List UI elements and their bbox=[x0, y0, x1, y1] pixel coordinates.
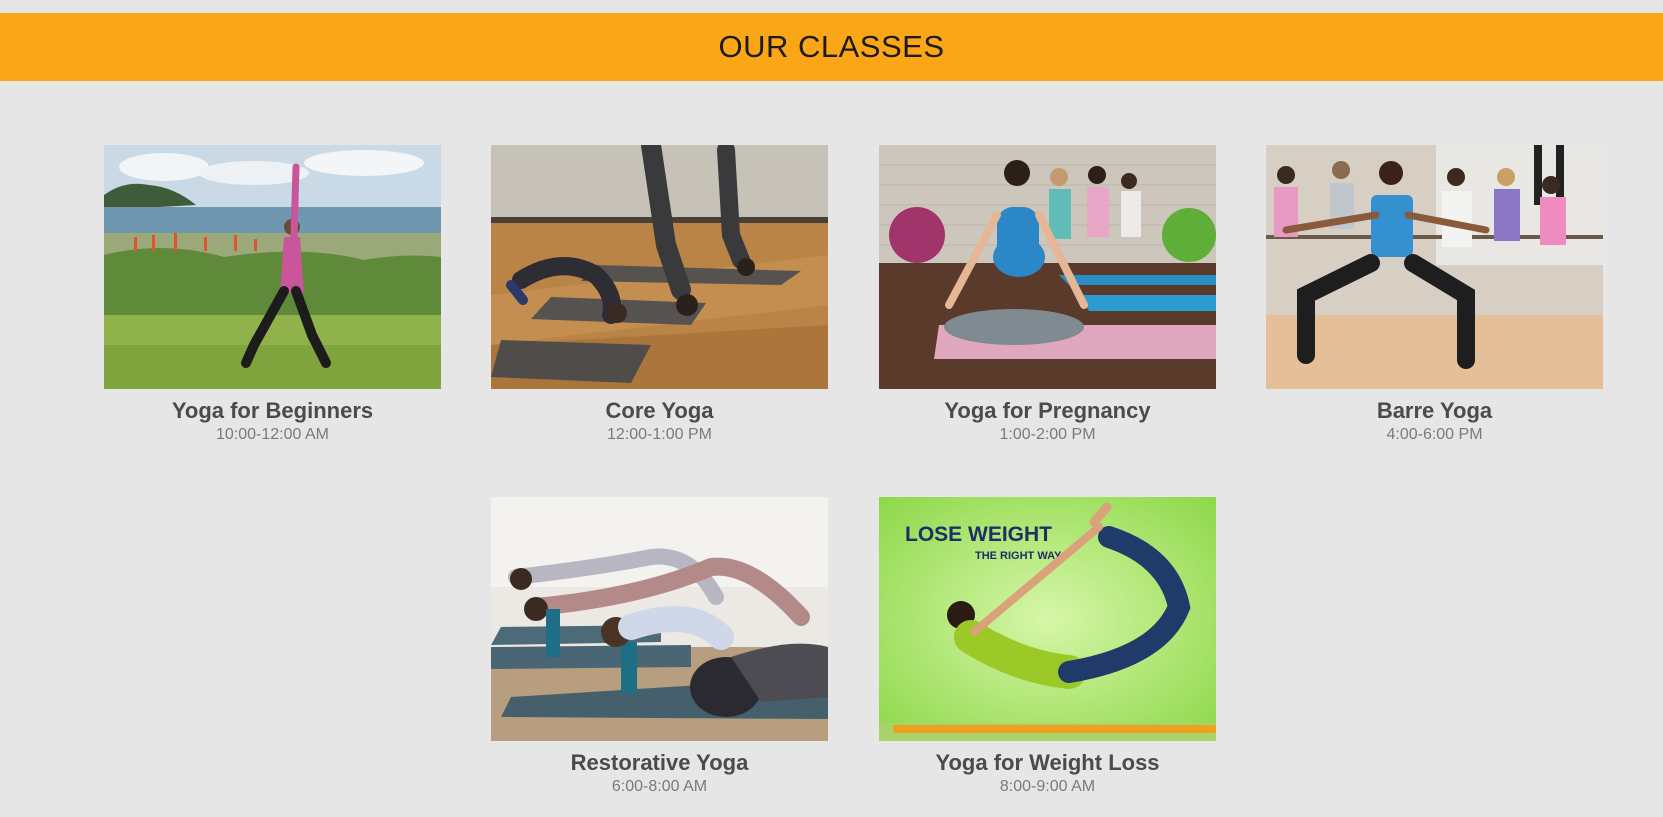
classes-page: OUR CLASSES Yoga for Beginners 10:00-12:… bbox=[0, 0, 1663, 817]
class-card-yoga-for-weight-loss[interactable]: LOSE WEIGHT THE RIGHT WAY Yoga for Weigh… bbox=[879, 497, 1216, 797]
class-card-restorative-yoga[interactable]: Restorative Yoga 6:00-8:00 AM bbox=[491, 497, 828, 797]
photo-tagline: THE RIGHT WAY bbox=[975, 550, 1062, 562]
class-photo-core-studio[interactable] bbox=[491, 145, 828, 389]
class-time: 4:00-6:00 PM bbox=[1386, 426, 1483, 443]
class-card-barre-yoga[interactable]: Barre Yoga 4:00-6:00 PM bbox=[1266, 145, 1603, 445]
class-photo-barre-class[interactable] bbox=[1266, 145, 1603, 389]
page-title: OUR CLASSES bbox=[718, 29, 945, 64]
class-time: 1:00-2:00 PM bbox=[999, 426, 1096, 443]
class-time: 6:00-8:00 AM bbox=[611, 778, 708, 795]
class-photo-beach-warrior[interactable] bbox=[104, 145, 441, 389]
class-photo-restorative[interactable] bbox=[491, 497, 828, 741]
class-photo-pregnancy-meditation[interactable] bbox=[879, 145, 1216, 389]
photo-headline: LOSE WEIGHT bbox=[905, 523, 1052, 546]
header-banner: OUR CLASSES bbox=[0, 13, 1663, 81]
class-title[interactable]: Yoga for Beginners bbox=[104, 398, 441, 424]
class-title[interactable]: Restorative Yoga bbox=[491, 750, 828, 776]
class-time: 10:00-12:00 AM bbox=[216, 426, 329, 443]
class-title[interactable]: Yoga for Pregnancy bbox=[879, 398, 1216, 424]
class-photo-weight-loss[interactable]: LOSE WEIGHT THE RIGHT WAY bbox=[879, 497, 1216, 741]
class-time: 8:00-9:00 AM bbox=[999, 778, 1096, 795]
class-time: 12:00-1:00 PM bbox=[607, 426, 712, 443]
class-title[interactable]: Yoga for Weight Loss bbox=[879, 750, 1216, 776]
class-title[interactable]: Barre Yoga bbox=[1266, 398, 1603, 424]
class-card-yoga-for-pregnancy[interactable]: Yoga for Pregnancy 1:00-2:00 PM bbox=[879, 145, 1216, 445]
class-card-core-yoga[interactable]: Core Yoga 12:00-1:00 PM bbox=[491, 145, 828, 445]
class-card-yoga-for-beginners[interactable]: Yoga for Beginners 10:00-12:00 AM bbox=[104, 145, 441, 445]
class-title[interactable]: Core Yoga bbox=[491, 398, 828, 424]
